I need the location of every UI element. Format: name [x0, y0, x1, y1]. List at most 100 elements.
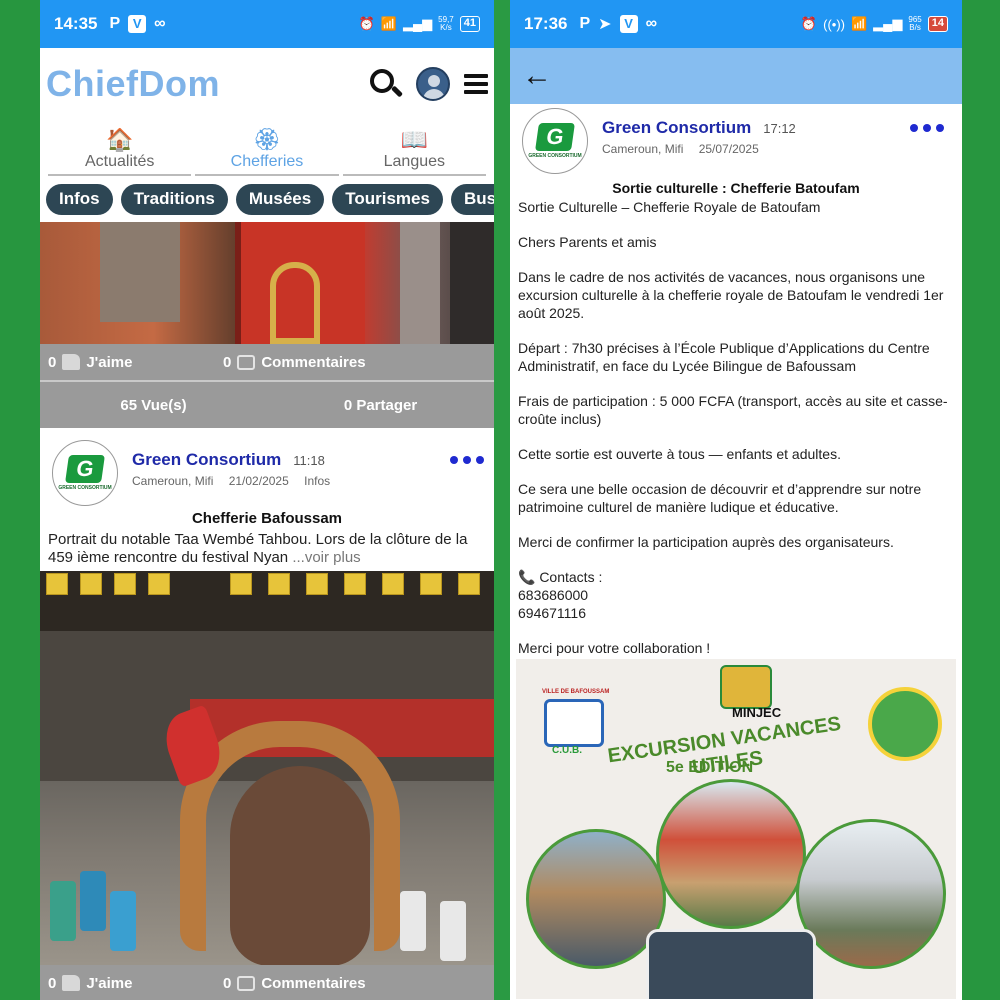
post-date: 25/07/2025	[698, 142, 759, 156]
house-icon: 🏠	[105, 127, 134, 152]
poster-ville: VILLE DE BAFOUSSAM	[542, 689, 610, 695]
main-tabs: 🏠 Actualités 🏵 Chefferies 📖 Langues	[40, 120, 494, 176]
thumbs-up-icon	[62, 975, 81, 991]
book-icon: 📖	[400, 127, 429, 152]
chip-musees[interactable]: Musées	[235, 184, 325, 215]
category-chips: Infos Traditions Musées Tourismes Busine	[40, 176, 494, 222]
post-header: G GREEN CONSORTIUM Green Consortium 17:12…	[516, 104, 956, 178]
tab-actualites[interactable]: 🏠 Actualités	[48, 120, 192, 176]
wifi-icon: 📶	[380, 16, 397, 31]
more-options-icon[interactable]	[450, 456, 484, 464]
photo-circle	[796, 819, 946, 969]
gamepad-icon: ∞	[645, 15, 657, 32]
green-consortium-logo[interactable]: G GREEN CONSORTIUM	[522, 108, 588, 174]
chip-business[interactable]: Busine	[450, 184, 494, 215]
search-icon[interactable]	[368, 67, 404, 101]
comment-button[interactable]: 0 Commentaires	[223, 975, 366, 992]
logo-text: GREEN CONSORTIUM	[528, 153, 582, 159]
paragraph: Ce sera une belle occasion de découvrir …	[518, 481, 922, 515]
back-arrow-icon[interactable]: ←	[522, 59, 552, 93]
event-poster-image[interactable]: VILLE DE BAFOUSSAM C.U.B. MINJEC EXCURSI…	[516, 659, 956, 999]
more-options-icon[interactable]	[910, 124, 944, 132]
p-icon: P	[109, 15, 121, 32]
poster-cub: C.U.B.	[552, 745, 582, 756]
alarm-icon: ⏰	[358, 16, 375, 31]
hamburger-menu-icon[interactable]	[464, 74, 488, 94]
status-time: 17:36	[524, 14, 568, 33]
v-app-icon: V	[128, 15, 147, 33]
tab-label: Langues	[383, 153, 446, 170]
post-author[interactable]: Green Consortium	[602, 118, 751, 137]
photo-circle	[656, 779, 806, 929]
avatar[interactable]	[416, 67, 450, 101]
hotspot-icon: ((•))	[823, 16, 845, 32]
post-photo[interactable]	[40, 222, 494, 344]
wifi-icon: 📶	[850, 16, 868, 31]
like-label: J'aime	[86, 974, 133, 992]
signal-icon: ▂▄▆	[402, 16, 433, 31]
earth-logo-icon	[868, 687, 942, 761]
contacts-label: 📞 Contacts :	[518, 569, 603, 585]
post-title: Sortie culturelle : Chefferie Batoufam	[612, 180, 860, 196]
logo-text: GREEN CONSORTIUM	[58, 485, 112, 491]
post-time: 11:18	[293, 453, 325, 468]
background-divider	[494, 0, 510, 1000]
tab-langues[interactable]: 📖 Langues	[342, 120, 486, 176]
read-more-link[interactable]: ...voir plus	[292, 549, 360, 566]
like-button[interactable]: 0 J'aime	[48, 975, 223, 992]
p-icon: P	[579, 15, 591, 32]
post-title: Chefferie Bafoussam	[191, 510, 343, 527]
chip-traditions[interactable]: Traditions	[120, 184, 228, 215]
green-consortium-logo[interactable]: G GREEN CONSORTIUM	[52, 440, 118, 506]
post-date: 21/02/2025	[228, 474, 289, 488]
comment-button[interactable]: 0 Commentaires	[223, 354, 366, 371]
post-author[interactable]: Green Consortium	[132, 450, 281, 469]
g-logo-icon: G	[65, 455, 105, 483]
comment-label: Commentaires	[261, 353, 366, 371]
like-count: 0	[48, 974, 57, 992]
comment-count: 0	[223, 974, 232, 992]
background-right	[962, 0, 1000, 1000]
views-count: 65 Vue(s)	[120, 396, 187, 414]
like-button[interactable]: 0 J'aime	[48, 354, 223, 371]
like-label: J'aime	[86, 353, 133, 371]
top-app-bar: ←	[510, 48, 962, 104]
status-bar: 14:35 P V ∞ ⏰ 📶 ▂▄▆ 59,7 K/s 41	[40, 0, 494, 48]
g-logo-icon: G	[535, 123, 575, 151]
share-button[interactable]: 0 Partager	[267, 397, 494, 414]
phone-screen-right: 17:36 P ➤ V ∞ ⏰ ((•)) 📶 ▂▄▆ 965 B/s 14 ← …	[510, 0, 962, 1000]
phone-number[interactable]: 694671116	[518, 604, 954, 622]
post-header: G GREEN CONSORTIUM Green Consortium 11:18…	[40, 434, 494, 506]
signal-icon: ▂▄▆	[873, 16, 903, 31]
comment-icon	[237, 975, 256, 991]
tab-label: Actualités	[84, 153, 155, 170]
network-speed: 965 B/s	[908, 16, 921, 32]
alarm-icon: ⏰	[800, 16, 818, 31]
gamepad-icon: ∞	[154, 15, 166, 32]
poster-minjec: MINJEC	[732, 705, 782, 720]
status-bar: 17:36 P ➤ V ∞ ⏰ ((•)) 📶 ▂▄▆ 965 B/s 14	[510, 0, 962, 48]
battery-indicator: 14	[927, 16, 948, 32]
chip-tourismes[interactable]: Tourismes	[332, 184, 443, 215]
background-left	[0, 0, 40, 1000]
paragraph: Merci de confirmer la participation aupr…	[518, 534, 894, 550]
post-location: Cameroun, Mifi	[132, 474, 214, 488]
network-speed: 59,7 K/s	[438, 16, 454, 32]
app-brand: ChiefDom	[46, 63, 220, 104]
bus-photo	[646, 929, 816, 999]
app-header: ChiefDom	[40, 48, 494, 120]
v-app-icon: V	[619, 15, 638, 33]
cameroon-emblem-icon	[720, 665, 772, 709]
comment-count: 0	[223, 353, 232, 371]
status-time: 14:35	[54, 14, 98, 33]
paragraph: Dans le cadre de nos activités de vacanc…	[518, 269, 944, 321]
post-photo[interactable]	[40, 571, 494, 965]
speed-unit: B/s	[909, 23, 921, 32]
post-stats: 65 Vue(s) 0 Partager	[40, 382, 494, 428]
tab-label: Chefferies	[230, 153, 304, 170]
closing-line: Merci pour votre collaboration !	[518, 640, 711, 656]
phone-number[interactable]: 683686000	[518, 586, 954, 604]
chiefdom-emblem-icon: 🏵	[253, 127, 281, 152]
tab-chefferies[interactable]: 🏵 Chefferies	[195, 120, 339, 176]
chip-infos[interactable]: Infos	[46, 184, 113, 215]
